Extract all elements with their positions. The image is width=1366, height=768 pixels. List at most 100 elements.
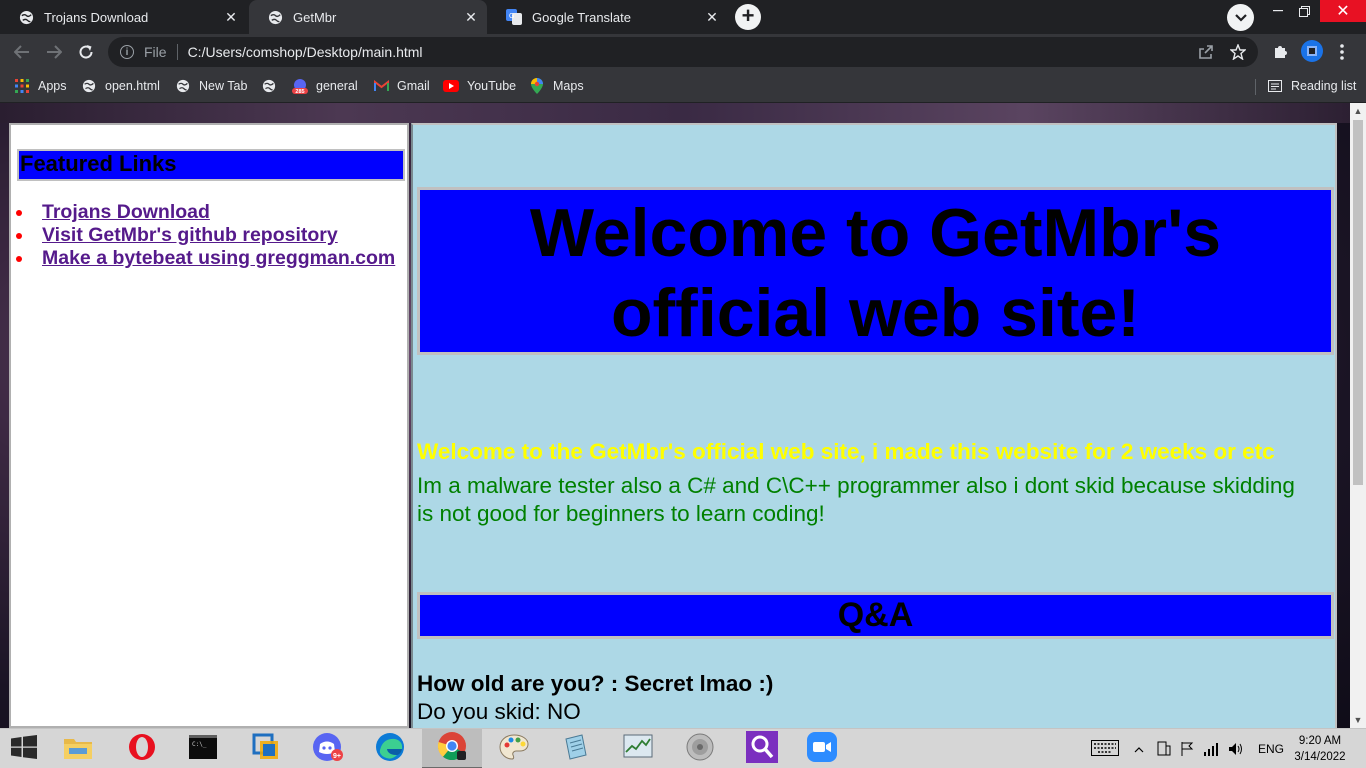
reading-list-button[interactable]: Reading list: [1267, 76, 1356, 96]
bookmark-star-icon[interactable]: [1229, 43, 1247, 64]
touch-keyboard-button[interactable]: [1091, 729, 1119, 768]
tab-google-translate[interactable]: G Google Translate ✕: [488, 0, 728, 34]
taskbar-notepad[interactable]: [546, 729, 606, 768]
forward-button[interactable]: [42, 40, 66, 64]
close-icon[interactable]: ✕: [221, 7, 241, 27]
scheme-label: File: [144, 44, 167, 60]
bookmark-maps[interactable]: Maps: [529, 76, 584, 96]
taskbar-sound[interactable]: [670, 729, 730, 768]
bookmark-new-tab[interactable]: New Tab: [175, 76, 247, 96]
clock-date: 3/14/2022: [1294, 751, 1346, 763]
url-text[interactable]: C:/Users/comshop/Desktop/main.html: [188, 44, 423, 60]
restore-button[interactable]: [1291, 0, 1317, 22]
start-button[interactable]: [0, 729, 48, 768]
window-close-button[interactable]: ✕: [1320, 0, 1366, 22]
taskbar-chrome[interactable]: [422, 729, 482, 768]
tray-device-icon[interactable]: [1156, 729, 1172, 768]
tab-title: Google Translate: [532, 9, 632, 25]
gmail-icon: [373, 78, 389, 94]
qa-question: How old are you? : Secret lmao :): [417, 671, 774, 696]
bullet-icon: [16, 256, 22, 262]
bookmark-label: Gmail: [397, 79, 430, 93]
terminal-icon: C:\_: [189, 734, 217, 764]
taskbar-search-tool[interactable]: [732, 729, 792, 768]
profile-avatar[interactable]: [1301, 40, 1323, 62]
background-starfield: [0, 103, 1366, 123]
speaker-icon: [685, 732, 715, 767]
bookmarks-bar: Apps open.html New Tab 285 general Gmail: [0, 70, 1366, 103]
taskbar-discord[interactable]: 9+: [298, 729, 358, 768]
share-icon[interactable]: [1198, 44, 1214, 64]
scrollbar-thumb[interactable]: [1353, 120, 1363, 485]
system-clock[interactable]: 9:20 AM 3/14/2022: [1290, 733, 1350, 765]
taskbar-edge[interactable]: [360, 729, 420, 768]
bookmark-youtube[interactable]: YouTube: [443, 76, 516, 96]
bookmark-unnamed[interactable]: [261, 76, 285, 96]
link-github-repository[interactable]: Visit GetMbr's github repository: [42, 224, 338, 246]
tab-getmbr[interactable]: GetMbr ✕: [249, 0, 487, 34]
bookmark-apps[interactable]: Apps: [14, 76, 67, 96]
globe-icon: [267, 9, 283, 25]
edge-icon: [375, 732, 405, 767]
network-signal-icon[interactable]: [1203, 729, 1219, 768]
bullet-icon: [16, 233, 22, 239]
taskbar-virtualbox[interactable]: [236, 729, 296, 768]
chrome-icon: [437, 731, 467, 766]
task-manager-icon: [623, 734, 653, 765]
close-icon[interactable]: ✕: [461, 7, 481, 27]
folder-icon: [63, 734, 93, 765]
tab-search-button[interactable]: [1227, 4, 1254, 31]
bookmark-label: YouTube: [467, 79, 517, 93]
divider: [1255, 79, 1256, 95]
tab-trojans-download[interactable]: Trojans Download ✕: [0, 0, 247, 34]
bookmark-label: general: [316, 79, 358, 93]
virtualbox-icon: [251, 732, 281, 767]
link-trojans-download[interactable]: Trojans Download: [42, 201, 210, 223]
volume-icon[interactable]: [1228, 729, 1244, 768]
windows-logo-icon: [11, 734, 37, 764]
keyboard-icon: [1091, 739, 1119, 759]
tab-strip: Trojans Download ✕ GetMbr ✕ G Google Tra…: [0, 0, 1366, 34]
new-tab-button[interactable]: +: [735, 4, 761, 30]
extensions-puzzle-icon[interactable]: [1268, 40, 1292, 64]
globe-icon: [81, 78, 97, 94]
bookmark-general[interactable]: 285 general: [292, 76, 358, 96]
taskbar-paint[interactable]: [484, 729, 544, 768]
bookmark-label: New Tab: [199, 79, 248, 93]
zoom-camera-icon: [807, 731, 837, 767]
discord-badge-icon: 285: [292, 78, 308, 94]
language-indicator[interactable]: ENG: [1258, 729, 1284, 768]
globe-icon: [18, 9, 34, 25]
back-button[interactable]: [10, 40, 34, 64]
taskbar-zoom[interactable]: [792, 729, 852, 768]
show-hidden-icons-button[interactable]: [1134, 729, 1144, 768]
vertical-scrollbar[interactable]: ▲ ▼: [1350, 103, 1366, 728]
scroll-up-icon[interactable]: ▲: [1350, 103, 1366, 119]
banner-line-2: official web site!: [611, 275, 1140, 351]
taskbar-task-manager[interactable]: [608, 729, 668, 768]
notepad-icon: [562, 733, 590, 766]
action-center-flag-icon[interactable]: [1180, 729, 1194, 768]
scroll-down-icon[interactable]: ▼: [1350, 712, 1366, 728]
chevron-down-icon: [1234, 9, 1247, 27]
qa-answer: Do you skid: NO: [417, 699, 581, 724]
svg-text:G: G: [509, 13, 514, 20]
reload-button[interactable]: [74, 40, 98, 64]
taskbar-command-prompt[interactable]: C:\_: [173, 729, 233, 768]
bookmark-gmail[interactable]: Gmail: [373, 76, 430, 96]
info-icon[interactable]: i: [120, 45, 134, 59]
link-bytebeat[interactable]: Make a bytebeat using greggman.com: [42, 247, 395, 269]
bookmark-label: Maps: [553, 79, 584, 93]
taskbar-opera[interactable]: [112, 729, 172, 768]
bookmark-label: open.html: [105, 79, 160, 93]
address-bar[interactable]: i File C:/Users/comshop/Desktop/main.htm…: [108, 37, 1258, 67]
maps-pin-icon: [529, 78, 545, 94]
menu-dots-icon[interactable]: [1330, 40, 1354, 64]
taskbar-file-explorer[interactable]: [48, 729, 108, 768]
minimize-button[interactable]: [1265, 0, 1291, 22]
intro-yellow-text: Welcome to the GetMbr's official web sit…: [417, 439, 1275, 464]
bookmark-open-html[interactable]: open.html: [81, 76, 160, 96]
reading-list-label: Reading list: [1291, 79, 1357, 93]
close-icon[interactable]: ✕: [702, 7, 722, 27]
reading-list-icon: [1267, 78, 1283, 94]
